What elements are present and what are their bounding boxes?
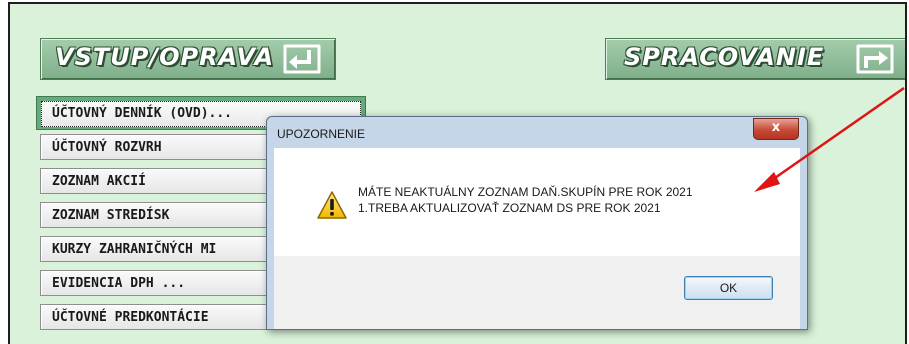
close-icon: x [771,120,781,135]
forward-arrow-icon [856,44,894,74]
dialog-title: UPOZORNENIE [277,127,366,141]
dialog-body: MÁTE NEAKTUÁLNY ZOZNAM DAŇ.SKUPÍN PRE RO… [274,148,800,256]
message-line-2: 1.TREBA AKTUALIZOVAŤ ZOZNAM DS PRE ROK 2… [358,201,661,215]
vstup-oprava-label: VSTUP/OPRAVA [55,43,275,71]
dialog-message: MÁTE NEAKTUÁLNY ZOZNAM DAŇ.SKUPÍN PRE RO… [358,184,693,216]
spracovanie-label: SPRACOVANIE [624,43,825,71]
return-arrow-icon [283,44,321,74]
ok-button[interactable]: OK [684,276,773,300]
vstup-oprava-button[interactable]: VSTUP/OPRAVA [40,38,336,80]
spracovanie-button[interactable]: SPRACOVANIE [605,38,905,80]
app-window: VSTUP/OPRAVA SPRACOVANIE ÚČTOVNÝ DENNÍK … [8,2,907,344]
close-button[interactable]: x [753,118,799,140]
dialog-footer: OK [274,256,800,329]
message-line-1: MÁTE NEAKTUÁLNY ZOZNAM DAŇ.SKUPÍN PRE RO… [358,185,693,199]
warning-icon [317,191,347,219]
warning-dialog: UPOZORNENIE x MÁTE NEAKTUÁLNY ZOZNAM DAŇ… [266,116,808,330]
